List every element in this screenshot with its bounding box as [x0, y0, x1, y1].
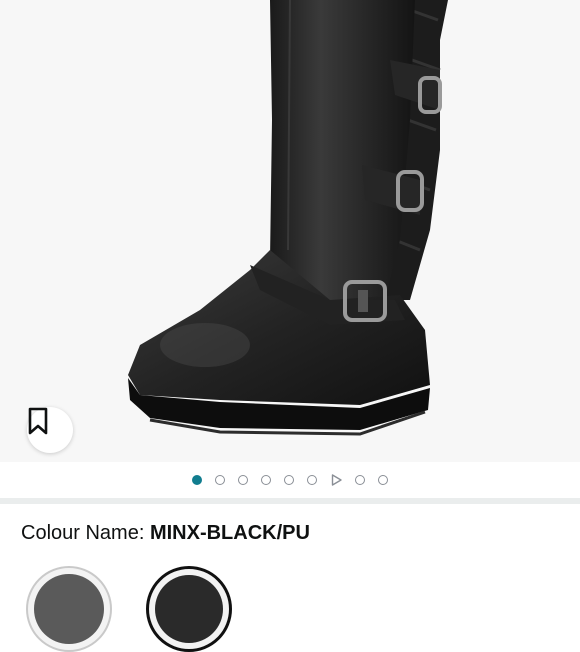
image-carousel-indicators — [0, 462, 580, 498]
carousel-dot[interactable] — [284, 475, 294, 485]
carousel-video-indicator[interactable] — [330, 474, 342, 486]
colour-label: Colour Name: — [21, 522, 150, 544]
carousel-dot-active[interactable] — [192, 475, 202, 485]
colour-name-row: Colour Name: MINX-BLACK/PU — [21, 522, 310, 545]
carousel-dot[interactable] — [238, 475, 248, 485]
carousel-dot[interactable] — [355, 475, 365, 485]
colour-value: MINX-BLACK/PU — [149, 522, 310, 544]
product-image-gallery[interactable] — [0, 0, 580, 462]
section-divider — [0, 498, 580, 504]
colour-swatch-option[interactable] — [26, 566, 112, 652]
bookmark-button[interactable] — [27, 407, 73, 453]
bookmark-icon — [28, 407, 48, 435]
play-icon — [331, 474, 342, 486]
colour-swatch-selected[interactable] — [146, 566, 232, 652]
carousel-dot[interactable] — [261, 475, 271, 485]
product-image[interactable] — [0, 0, 580, 462]
carousel-dot[interactable] — [215, 475, 225, 485]
carousel-dot[interactable] — [378, 475, 388, 485]
carousel-dot[interactable] — [307, 475, 317, 485]
